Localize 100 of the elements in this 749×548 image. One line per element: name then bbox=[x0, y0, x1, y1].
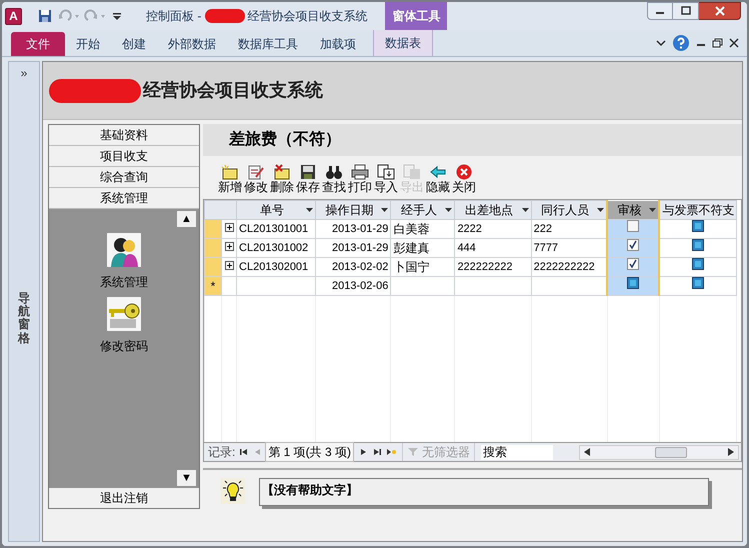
search-field[interactable]: 搜索 bbox=[481, 444, 554, 460]
subform-title: 差旅费（不符） bbox=[203, 124, 742, 156]
help-text: 【没有帮助文字】 bbox=[259, 478, 709, 506]
close-icon bbox=[714, 6, 726, 16]
table-cell: 彭建真 bbox=[390, 238, 455, 258]
checkbox[interactable] bbox=[627, 240, 640, 252]
binoculars-icon bbox=[325, 164, 343, 180]
table-cell: CL201302001 bbox=[236, 258, 316, 276]
window-title: 经营协会项目收支系统 bbox=[247, 8, 368, 25]
form-title: 经营协会项目收支系统 bbox=[143, 79, 323, 102]
table-cell: 2222 bbox=[454, 220, 532, 238]
table-cell: 2013-01-29 bbox=[316, 220, 391, 238]
close-icon[interactable] bbox=[729, 38, 739, 48]
toolbar-button[interactable]: 导入 bbox=[373, 164, 399, 195]
help-icon[interactable] bbox=[672, 34, 690, 52]
ribbon-tab[interactable]: 外部数据 bbox=[157, 32, 227, 56]
app-logo[interactable]: A bbox=[5, 8, 22, 24]
toolbar-button[interactable]: 打印 bbox=[347, 164, 373, 195]
new-record-icon[interactable] bbox=[386, 447, 396, 457]
table-cell: 2013-02-06 bbox=[316, 276, 391, 296]
minimize-button[interactable] bbox=[647, 2, 673, 20]
scroll-up-button[interactable]: ▲ bbox=[177, 211, 196, 227]
restore-icon[interactable] bbox=[712, 38, 723, 48]
new-row-marker[interactable]: * bbox=[204, 276, 222, 296]
funnel-icon bbox=[407, 447, 420, 457]
ribbon-tab[interactable]: 文件 bbox=[11, 32, 65, 56]
toolbar-button[interactable]: 隐藏 bbox=[425, 164, 451, 195]
checkbox[interactable] bbox=[627, 278, 640, 290]
scroll-down-button[interactable]: ▼ bbox=[177, 470, 196, 486]
people-icon[interactable] bbox=[107, 233, 141, 267]
next-record-icon[interactable] bbox=[358, 447, 368, 457]
maximize-button[interactable] bbox=[673, 2, 699, 20]
column-header[interactable]: 经手人 bbox=[390, 200, 455, 220]
expand-icon[interactable] bbox=[224, 222, 234, 232]
ribbon-tab[interactable]: 开始 bbox=[65, 32, 111, 56]
toolbar-button[interactable]: 新增 bbox=[217, 164, 243, 195]
column-header[interactable]: 操作日期 bbox=[316, 200, 391, 220]
key-icon[interactable] bbox=[107, 297, 141, 331]
first-record-icon[interactable] bbox=[239, 447, 250, 457]
checkbox[interactable] bbox=[692, 278, 704, 290]
scrollbar-thumb[interactable] bbox=[655, 446, 687, 458]
horizontal-scrollbar[interactable] bbox=[579, 444, 739, 460]
table-cell: 白美蓉 bbox=[390, 220, 455, 238]
export-icon bbox=[403, 164, 421, 180]
table-cell: 卜国宁 bbox=[390, 258, 455, 276]
column-header[interactable]: 单号 bbox=[236, 200, 316, 220]
checkbox[interactable] bbox=[692, 258, 704, 270]
column-header[interactable]: 与发票不符支 bbox=[659, 200, 736, 220]
menu-item-label[interactable]: 系统管理 bbox=[100, 273, 148, 291]
close-icon bbox=[455, 164, 473, 180]
toolbar-button[interactable]: 修改 bbox=[243, 164, 269, 195]
ribbon-tab[interactable]: 创建 bbox=[111, 32, 157, 56]
checkbox[interactable] bbox=[692, 220, 704, 232]
new-record-icon bbox=[221, 164, 239, 180]
checkbox[interactable] bbox=[627, 258, 640, 270]
toolbar-button[interactable]: 保存 bbox=[295, 164, 321, 195]
light-bulb-icon bbox=[221, 478, 245, 504]
table-cell: 2013-02-02 bbox=[316, 258, 391, 276]
last-record-icon[interactable] bbox=[372, 447, 382, 457]
checkbox[interactable] bbox=[692, 240, 704, 252]
scroll-left-icon[interactable] bbox=[583, 448, 592, 456]
menu-item-label[interactable]: 修改密码 bbox=[100, 337, 148, 355]
toolbar-button[interactable]: 删除 bbox=[269, 164, 295, 195]
table-cell: 2013-01-29 bbox=[316, 238, 391, 258]
customize-dropdown-icon[interactable] bbox=[112, 10, 122, 22]
record-label: 记录: bbox=[208, 444, 236, 461]
column-header[interactable]: 同行人员 bbox=[531, 200, 608, 220]
maximize-icon bbox=[680, 6, 692, 16]
record-position-field[interactable]: 第 1 项(共 3 项) bbox=[265, 442, 354, 462]
dropdown-arrow-icon[interactable] bbox=[445, 208, 452, 212]
dropdown-arrow-icon[interactable] bbox=[381, 208, 388, 212]
dropdown-arrow-icon[interactable] bbox=[597, 208, 604, 212]
column-header[interactable]: 出差地点 bbox=[454, 200, 532, 220]
import-icon bbox=[377, 164, 395, 180]
column-header[interactable]: 审核 bbox=[607, 200, 660, 220]
toolbar-button[interactable]: 关闭 bbox=[451, 164, 477, 195]
dropdown-arrow-icon[interactable] bbox=[649, 208, 656, 212]
save-icon[interactable] bbox=[38, 9, 52, 23]
expand-icon[interactable] bbox=[224, 242, 234, 251]
redaction-mark bbox=[205, 9, 246, 23]
expand-icon[interactable] bbox=[224, 260, 234, 270]
save-icon bbox=[299, 164, 317, 180]
arrow-left-icon bbox=[429, 164, 447, 180]
ribbon-tab[interactable]: 加载项 bbox=[309, 32, 367, 56]
scroll-right-icon[interactable] bbox=[727, 448, 735, 456]
context-tab-group: 窗体工具 bbox=[385, 2, 448, 30]
expand-nav-button[interactable]: » bbox=[20, 64, 28, 82]
dropdown-arrow-icon[interactable] bbox=[306, 208, 314, 212]
printer-icon bbox=[351, 164, 369, 180]
toolbar-button[interactable]: 查找 bbox=[321, 164, 347, 195]
ribbon-tab[interactable]: 数据库工具 bbox=[227, 32, 309, 56]
close-button[interactable] bbox=[699, 2, 741, 20]
table-cell: 444 bbox=[454, 238, 532, 258]
nav-pane-label: 导航窗格 bbox=[18, 292, 30, 345]
ribbon-tab[interactable]: 数据表 bbox=[373, 29, 433, 56]
dropdown-arrow-icon[interactable] bbox=[522, 208, 529, 212]
table-cell: CL201301001 bbox=[236, 220, 316, 238]
chevron-down-icon[interactable] bbox=[656, 38, 666, 48]
table-cell: 222222222 bbox=[454, 258, 532, 276]
delete-icon bbox=[273, 164, 291, 180]
